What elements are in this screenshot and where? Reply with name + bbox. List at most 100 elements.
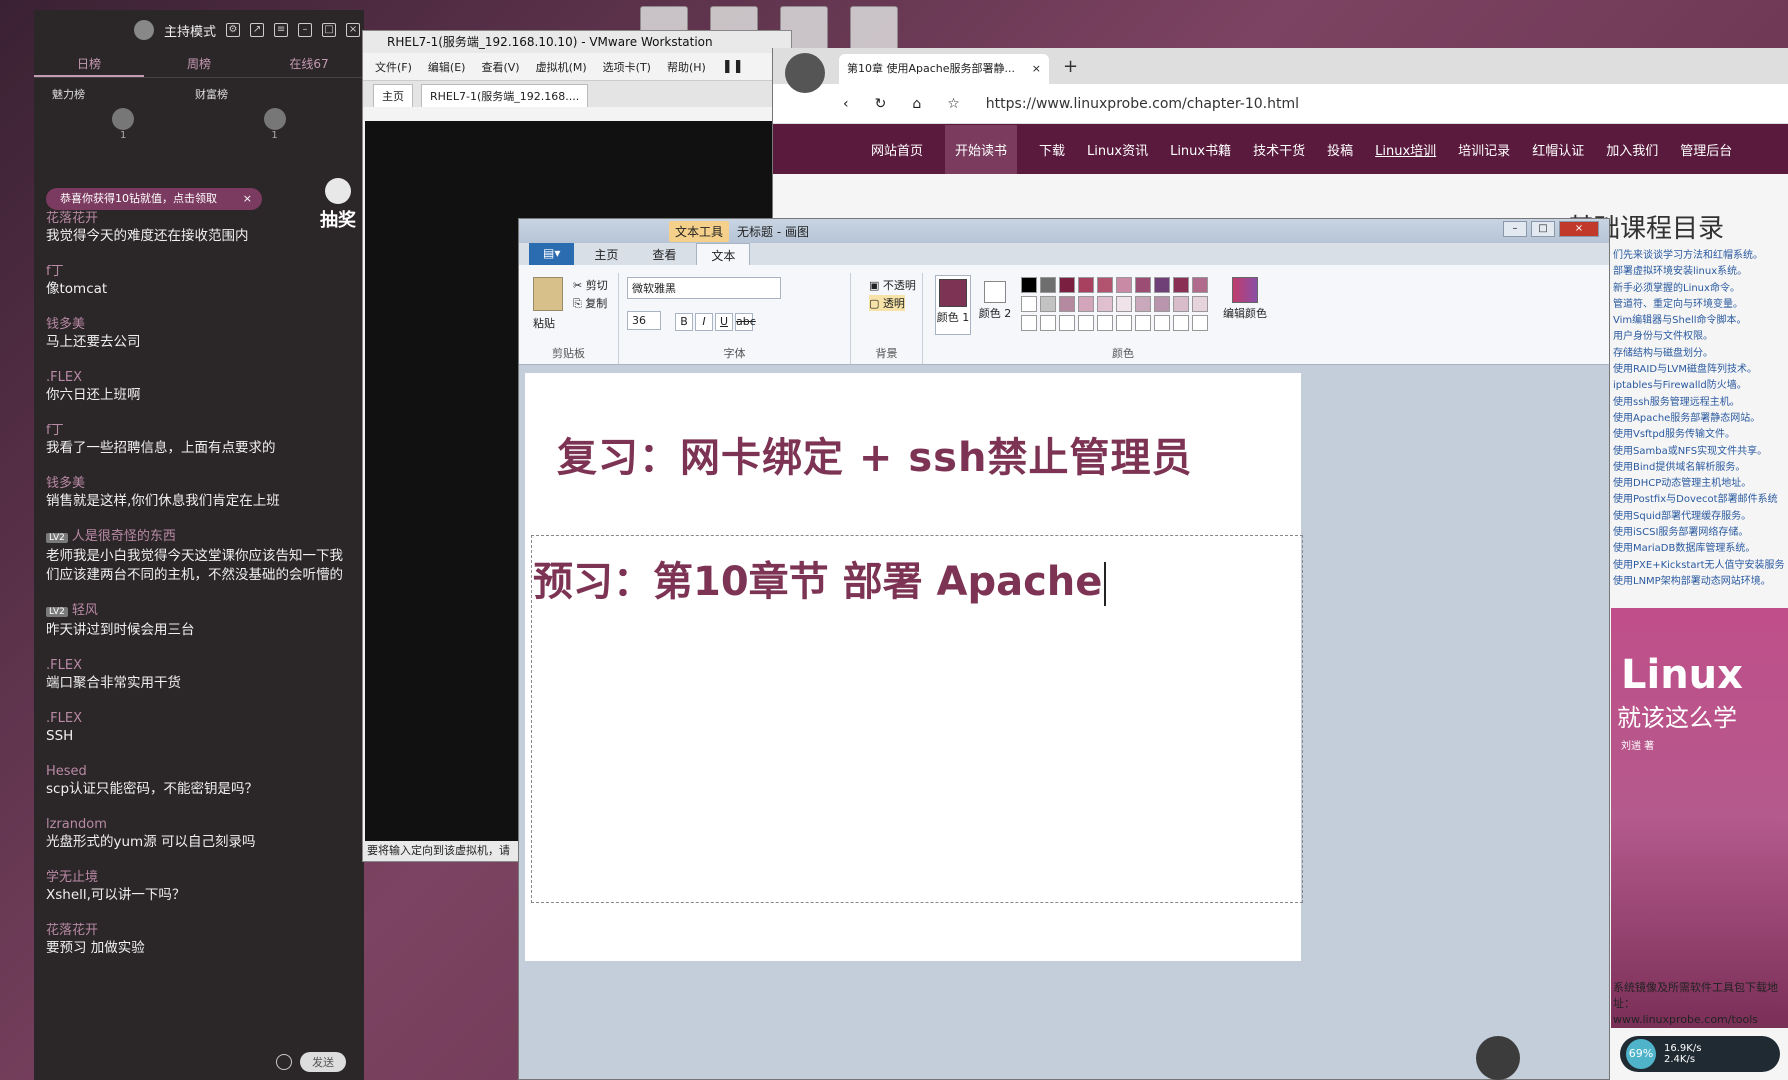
paste-button[interactable]: 粘贴: [533, 315, 555, 331]
nav-item-home[interactable]: 网站首页: [871, 140, 923, 159]
close-icon[interactable]: ×: [243, 188, 252, 210]
palette-swatch[interactable]: [1154, 315, 1170, 331]
bold-button[interactable]: B: [675, 313, 693, 331]
message-user[interactable]: 花落花开: [46, 922, 352, 939]
palette-swatch[interactable]: [1078, 315, 1094, 331]
transparent-option[interactable]: ▢ 透明: [869, 295, 905, 311]
palette-swatch[interactable]: [1135, 315, 1151, 331]
menu-item-file[interactable]: 文件(F): [375, 59, 412, 75]
course-item[interactable]: 使用LNMP架构部署动态网站环境。: [1613, 574, 1785, 590]
course-item[interactable]: 使用DHCP动态管理主机地址。: [1613, 476, 1785, 492]
palette-swatch[interactable]: [1059, 296, 1075, 312]
gift-banner[interactable]: 恭喜你获得10钻就值，点击领取 ×: [46, 188, 262, 210]
menu-icon[interactable]: ≡: [274, 23, 289, 37]
home-icon[interactable]: ⌂: [912, 96, 921, 112]
message-user[interactable]: .FLEX: [46, 710, 352, 727]
palette-swatch[interactable]: [1116, 277, 1132, 293]
palette-swatch[interactable]: [1135, 277, 1151, 293]
font-size-select[interactable]: 36: [627, 311, 661, 330]
message-user[interactable]: f丁: [46, 422, 352, 439]
tab-home[interactable]: 主页: [373, 84, 413, 107]
nav-item-tech[interactable]: 技术干货: [1253, 140, 1305, 159]
download-link[interactable]: www.linuxprobe.com/tools: [1613, 1012, 1788, 1028]
menu-item-tabs[interactable]: 选项卡(T): [603, 59, 651, 75]
palette-swatch[interactable]: [1097, 296, 1113, 312]
palette-swatch[interactable]: [1078, 277, 1094, 293]
file-menu-button[interactable]: ▤▾: [529, 243, 575, 265]
maximize-icon[interactable]: □: [322, 23, 337, 37]
nav-item-training[interactable]: Linux培训: [1375, 140, 1436, 159]
palette-swatch[interactable]: [1021, 315, 1037, 331]
settings-icon[interactable]: ⚙: [226, 23, 241, 37]
message-user[interactable]: 轻风: [72, 603, 98, 618]
course-item[interactable]: iptables与Firewalld防火墙。: [1613, 378, 1785, 394]
palette-swatch[interactable]: [1192, 315, 1208, 331]
course-item[interactable]: 使用Apache服务部署静态网站。: [1613, 411, 1785, 427]
tab-home[interactable]: 主页: [580, 243, 632, 265]
color1-button[interactable]: 颜色 1: [935, 275, 971, 335]
cut-button[interactable]: ✂ 剪切: [573, 277, 608, 293]
emoji-icon[interactable]: [276, 1054, 292, 1070]
palette-swatch[interactable]: [1192, 296, 1208, 312]
menu-item-vm[interactable]: 虚拟机(M): [536, 59, 587, 75]
course-item[interactable]: 使用Bind提供域名解析服务。: [1613, 460, 1785, 476]
star-icon[interactable]: ☆: [947, 96, 960, 112]
palette-swatch[interactable]: [1116, 315, 1132, 331]
tab-online[interactable]: 在线67: [254, 50, 364, 77]
new-tab-icon[interactable]: +: [1063, 56, 1078, 77]
course-item[interactable]: Vim编辑器与Shell命令脚本。: [1613, 313, 1785, 329]
tab-vm[interactable]: RHEL7-1(服务端_192.168....: [421, 84, 589, 107]
lottery-button[interactable]: 抽奖: [320, 178, 356, 232]
popout-icon[interactable]: ↗: [250, 23, 265, 37]
close-icon[interactable]: ×: [1559, 221, 1599, 237]
message-user[interactable]: .FLEX: [46, 657, 352, 674]
palette-swatch[interactable]: [1021, 277, 1037, 293]
palette-swatch[interactable]: [1116, 296, 1132, 312]
message-user[interactable]: Hesed: [46, 763, 352, 780]
palette-swatch[interactable]: [1040, 315, 1056, 331]
course-item[interactable]: 们先来谈谈学习方法和红帽系统。: [1613, 248, 1785, 264]
menu-item-help[interactable]: 帮助(H): [667, 59, 706, 75]
maximize-icon[interactable]: □: [1531, 221, 1555, 237]
edit-colors-button[interactable]: 编辑颜色: [1223, 277, 1267, 321]
palette-swatch[interactable]: [1040, 277, 1056, 293]
palette-swatch[interactable]: [1021, 296, 1037, 312]
course-item[interactable]: 存储结构与磁盘划分。: [1613, 346, 1785, 362]
course-item[interactable]: 使用MariaDB数据库管理系统。: [1613, 541, 1785, 557]
message-user[interactable]: lzrandom: [46, 816, 352, 833]
close-icon[interactable]: ×: [346, 23, 361, 37]
nav-item-download[interactable]: 下载: [1039, 140, 1065, 159]
message-user[interactable]: 钱多美: [46, 475, 352, 492]
course-item[interactable]: 使用Squid部署代理缓存服务。: [1613, 509, 1785, 525]
drawing-canvas[interactable]: 复习：网卡绑定 + ssh禁止管理员 预习：第10章节 部署 Apache: [525, 373, 1303, 961]
nav-item-submit[interactable]: 投稿: [1327, 140, 1353, 159]
tab-daily[interactable]: 日榜: [34, 50, 144, 77]
palette-swatch[interactable]: [1135, 296, 1151, 312]
paste-icon[interactable]: [533, 277, 563, 311]
italic-button[interactable]: I: [695, 313, 713, 331]
avatar[interactable]: [785, 53, 825, 93]
charm-rank-label[interactable]: 魅力榜: [52, 86, 85, 102]
course-item[interactable]: 使用RAID与LVM磁盘阵列技术。: [1613, 362, 1785, 378]
opaque-option[interactable]: ▣ 不透明: [869, 277, 916, 293]
avatar[interactable]: [264, 108, 286, 130]
underline-button[interactable]: U: [715, 313, 733, 331]
nav-item-join[interactable]: 加入我们: [1606, 140, 1658, 159]
course-item[interactable]: 使用Postfix与Dovecot部署邮件系统: [1613, 492, 1785, 508]
nav-item-read[interactable]: 开始读书: [945, 124, 1018, 174]
tab-view[interactable]: 查看: [638, 243, 690, 265]
palette-swatch[interactable]: [1059, 277, 1075, 293]
nav-item-admin[interactable]: 管理后台: [1680, 140, 1732, 159]
nav-item-books[interactable]: Linux书籍: [1170, 140, 1231, 159]
pause-icon[interactable]: ❚❚: [722, 59, 744, 74]
palette-swatch[interactable]: [1192, 277, 1208, 293]
palette-swatch[interactable]: [1097, 277, 1113, 293]
close-icon[interactable]: ×: [1032, 54, 1041, 84]
course-item[interactable]: 用户身份与文件权限。: [1613, 329, 1785, 345]
strikethrough-button[interactable]: abc: [735, 313, 756, 331]
palette-swatch[interactable]: [1097, 315, 1113, 331]
nav-item-redhat[interactable]: 红帽认证: [1532, 140, 1584, 159]
nav-item-news[interactable]: Linux资讯: [1087, 140, 1148, 159]
browser-tab[interactable]: 第10章 使用Apache服务部署静... ×: [839, 54, 1049, 84]
message-user[interactable]: f丁: [46, 263, 352, 280]
